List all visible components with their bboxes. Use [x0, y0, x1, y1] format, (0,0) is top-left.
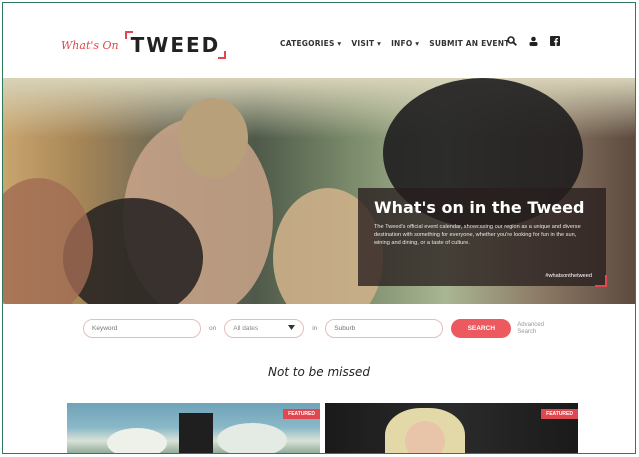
- facebook-icon[interactable]: [550, 36, 560, 46]
- dates-select[interactable]: All dates: [224, 319, 305, 338]
- logo-main-text: TWEED: [124, 31, 227, 59]
- featured-badge: FEATURED: [283, 409, 320, 419]
- suburb-input[interactable]: [325, 319, 444, 338]
- card-image-cloud: [107, 428, 167, 453]
- page-frame: What's On TWEED CATEGORIES ▾ VISIT ▾ INF…: [2, 2, 636, 454]
- main-nav: CATEGORIES ▾ VISIT ▾ INFO ▾ SUBMIT AN EV…: [280, 39, 510, 48]
- logo-wordmark: TWEED: [130, 33, 221, 57]
- hero-hashtag[interactable]: #whatsonthetweed: [545, 273, 592, 279]
- site-header: What's On TWEED CATEGORIES ▾ VISIT ▾ INF…: [3, 3, 635, 78]
- nav-categories[interactable]: CATEGORIES ▾: [280, 39, 341, 48]
- logo-corner-top: [124, 31, 133, 39]
- card-image-frame: [179, 413, 213, 453]
- hero-figure-far-left: [3, 178, 93, 304]
- header-icons: [507, 36, 560, 46]
- hero-info-card: What's on in the Tweed The Tweed's offic…: [358, 188, 607, 287]
- nav-visit[interactable]: VISIT ▾: [351, 39, 381, 48]
- featured-card-1[interactable]: FEATURED: [67, 403, 320, 453]
- event-search-bar: on All dates in SEARCH Advanced Search: [83, 319, 557, 338]
- site-logo[interactable]: What's On TWEED: [61, 31, 227, 59]
- advanced-search-link[interactable]: Advanced Search: [517, 322, 557, 336]
- featured-badge: FEATURED: [541, 409, 578, 419]
- dates-select-value: All dates: [233, 325, 259, 332]
- hero-title: What's on in the Tweed: [374, 198, 585, 217]
- search-button[interactable]: SEARCH: [451, 319, 512, 338]
- featured-card-2[interactable]: FEATURED: [325, 403, 578, 453]
- nav-info[interactable]: INFO ▾: [391, 39, 419, 48]
- user-icon[interactable]: [529, 36, 538, 46]
- search-icon[interactable]: [507, 36, 517, 46]
- hero-figure-hair: [178, 98, 248, 178]
- chevron-down-icon: [288, 325, 296, 332]
- logo-script-text: What's On: [61, 38, 119, 52]
- hero-card-corner: [595, 275, 607, 287]
- card-image-face: [405, 421, 445, 453]
- logo-corner-bottom: [218, 51, 227, 59]
- on-label: on: [209, 325, 217, 332]
- hero-description: The Tweed's official event calendar, sho…: [374, 224, 581, 246]
- nav-submit-event[interactable]: SUBMIT AN EVENT: [429, 39, 509, 48]
- in-label: in: [312, 325, 318, 332]
- card-image-cloud: [217, 423, 287, 453]
- section-heading: Not to be missed: [267, 365, 371, 379]
- keyword-input[interactable]: [83, 319, 201, 338]
- hero-banner: What's on in the Tweed The Tweed's offic…: [3, 78, 635, 304]
